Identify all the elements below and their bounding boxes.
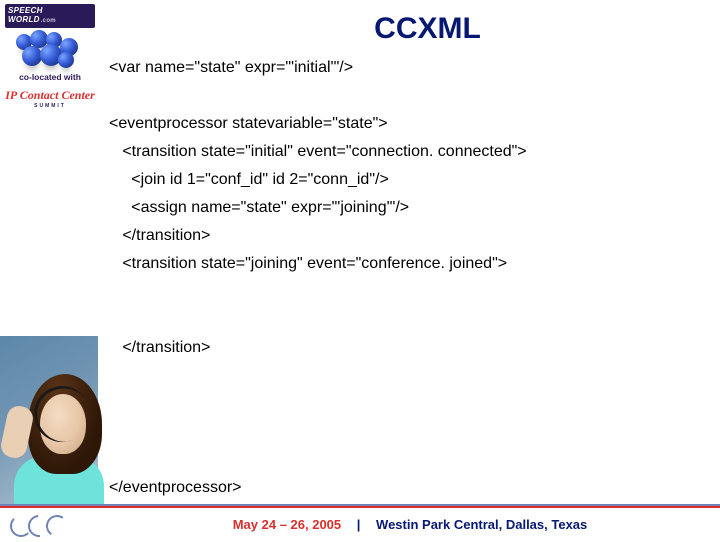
footer-swirl-icon — [0, 509, 100, 539]
colocated-label: co-located with — [0, 72, 100, 82]
footer-pipe: | — [345, 517, 373, 532]
cc-sub: SUMMIT — [0, 103, 100, 109]
logo-text: SPEECH WORLD — [8, 6, 43, 24]
main-content: CCXML <var name="state" expr="'initial'"… — [105, 0, 720, 540]
footer-dates: May 24 – 26, 2005 — [233, 517, 341, 532]
slide-title: CCXML — [145, 12, 710, 46]
code-block: <var name="state" expr="'initial'"/> <ev… — [105, 54, 710, 502]
speechworld-logo: SPEECH WORLD.com — [5, 4, 95, 28]
operator-photo — [0, 336, 98, 506]
footer-venue: Westin Park Central, Dallas, Texas — [376, 517, 587, 532]
contact-center-logo: IP Contact Center SUMMIT — [0, 86, 100, 109]
beads-graphic — [10, 30, 90, 68]
footer: May 24 – 26, 2005 | Westin Park Central,… — [0, 506, 720, 540]
sidebar: SPEECH WORLD.com co-located with IP Cont… — [0, 0, 100, 540]
logo-suffix: .com — [40, 18, 56, 24]
cc-brand: IP Contact Center — [5, 88, 95, 102]
